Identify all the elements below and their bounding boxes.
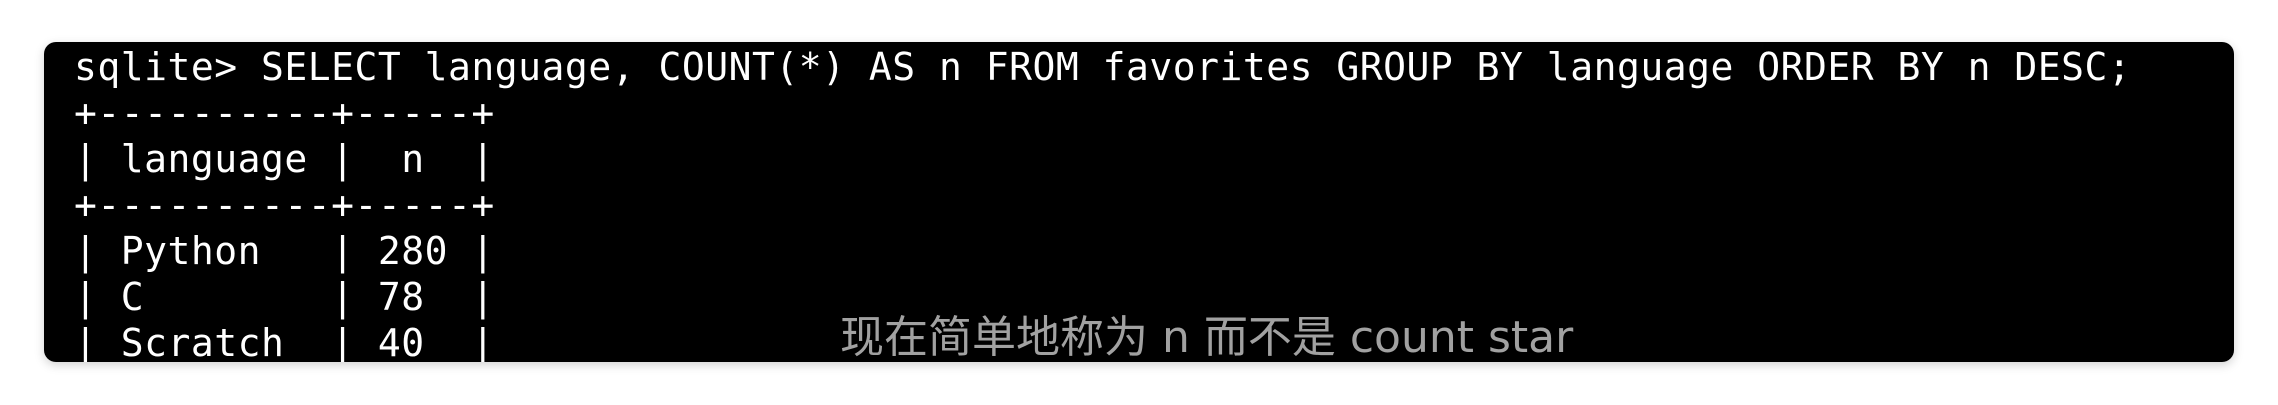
video-subtitle: 现在简单地称为 n 而不是 count star [840,312,1574,362]
terminal-window[interactable]: sqlite> SELECT language, COUNT(*) AS n F… [44,42,2234,362]
table-row: | Python | 280 | [74,229,495,273]
table-border-top: +----------+-----+ [74,91,495,135]
table-row: | Scratch | 40 | [74,321,495,362]
table-border-mid: +----------+-----+ [74,183,495,227]
table-row: | C | 78 | [74,275,495,319]
sql-command-line: sqlite> SELECT language, COUNT(*) AS n F… [74,45,2132,89]
table-header-row: | language | n | [74,137,495,181]
